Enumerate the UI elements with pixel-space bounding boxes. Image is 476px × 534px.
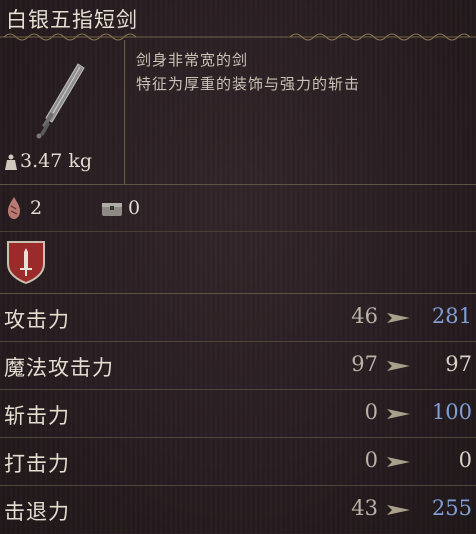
- stat-row-stagger: 击退力 43 255: [0, 486, 476, 534]
- description-line-2: 特征为厚重的装饰与强力的斩击: [136, 75, 361, 93]
- stat-row-strike: 打击力 0 0: [0, 438, 476, 486]
- stat-base-value: 0: [364, 400, 378, 424]
- stat-final-value: 255: [431, 496, 472, 520]
- stat-base-value: 43: [351, 496, 378, 520]
- weight-icon: [5, 154, 17, 170]
- stat-label: 击退力: [4, 500, 70, 524]
- stat-label: 斩击力: [4, 404, 70, 428]
- arrow-right-icon: [387, 361, 410, 371]
- stat-final-value: 281: [431, 304, 472, 328]
- stat-final-value: 100: [431, 400, 472, 424]
- chest-count: 0: [128, 197, 141, 219]
- title-bar: 白银五指短剑: [0, 0, 476, 41]
- stat-final-value: 97: [445, 352, 472, 376]
- divider: [0, 231, 476, 232]
- description-line-1: 剑身非常宽的剑: [136, 51, 249, 69]
- dagger-icon: [36, 63, 85, 139]
- stat-label: 魔法攻击力: [4, 356, 114, 380]
- arrow-right-icon: [387, 505, 410, 515]
- stat-base-value: 97: [351, 352, 378, 376]
- stat-base-value: 46: [351, 304, 378, 328]
- blood-drop-icon: [8, 197, 20, 219]
- stat-row-slash: 斩击力 0 100: [0, 390, 476, 438]
- item-description: 剑身非常宽的剑 特征为厚重的装饰与强力的斩击: [136, 48, 360, 96]
- stat-label: 攻击力: [4, 308, 70, 332]
- divider: [0, 184, 476, 185]
- arrow-right-icon: [387, 457, 410, 467]
- stat-final-value: 0: [458, 448, 472, 472]
- arrow-right-icon: [387, 313, 410, 323]
- stat-base-value: 0: [364, 448, 378, 472]
- stat-row-attack: 攻击力 46 281: [0, 294, 476, 342]
- blood-count: 2: [30, 197, 43, 219]
- chest-icon: [102, 203, 122, 216]
- stat-label: 打击力: [4, 452, 70, 476]
- arrow-right-icon: [387, 409, 410, 419]
- weight-value: 3.47 kg: [20, 150, 93, 172]
- shield-sword-icon: [7, 241, 45, 284]
- stat-row-magic-attack: 魔法攻击力 97 97: [0, 342, 476, 390]
